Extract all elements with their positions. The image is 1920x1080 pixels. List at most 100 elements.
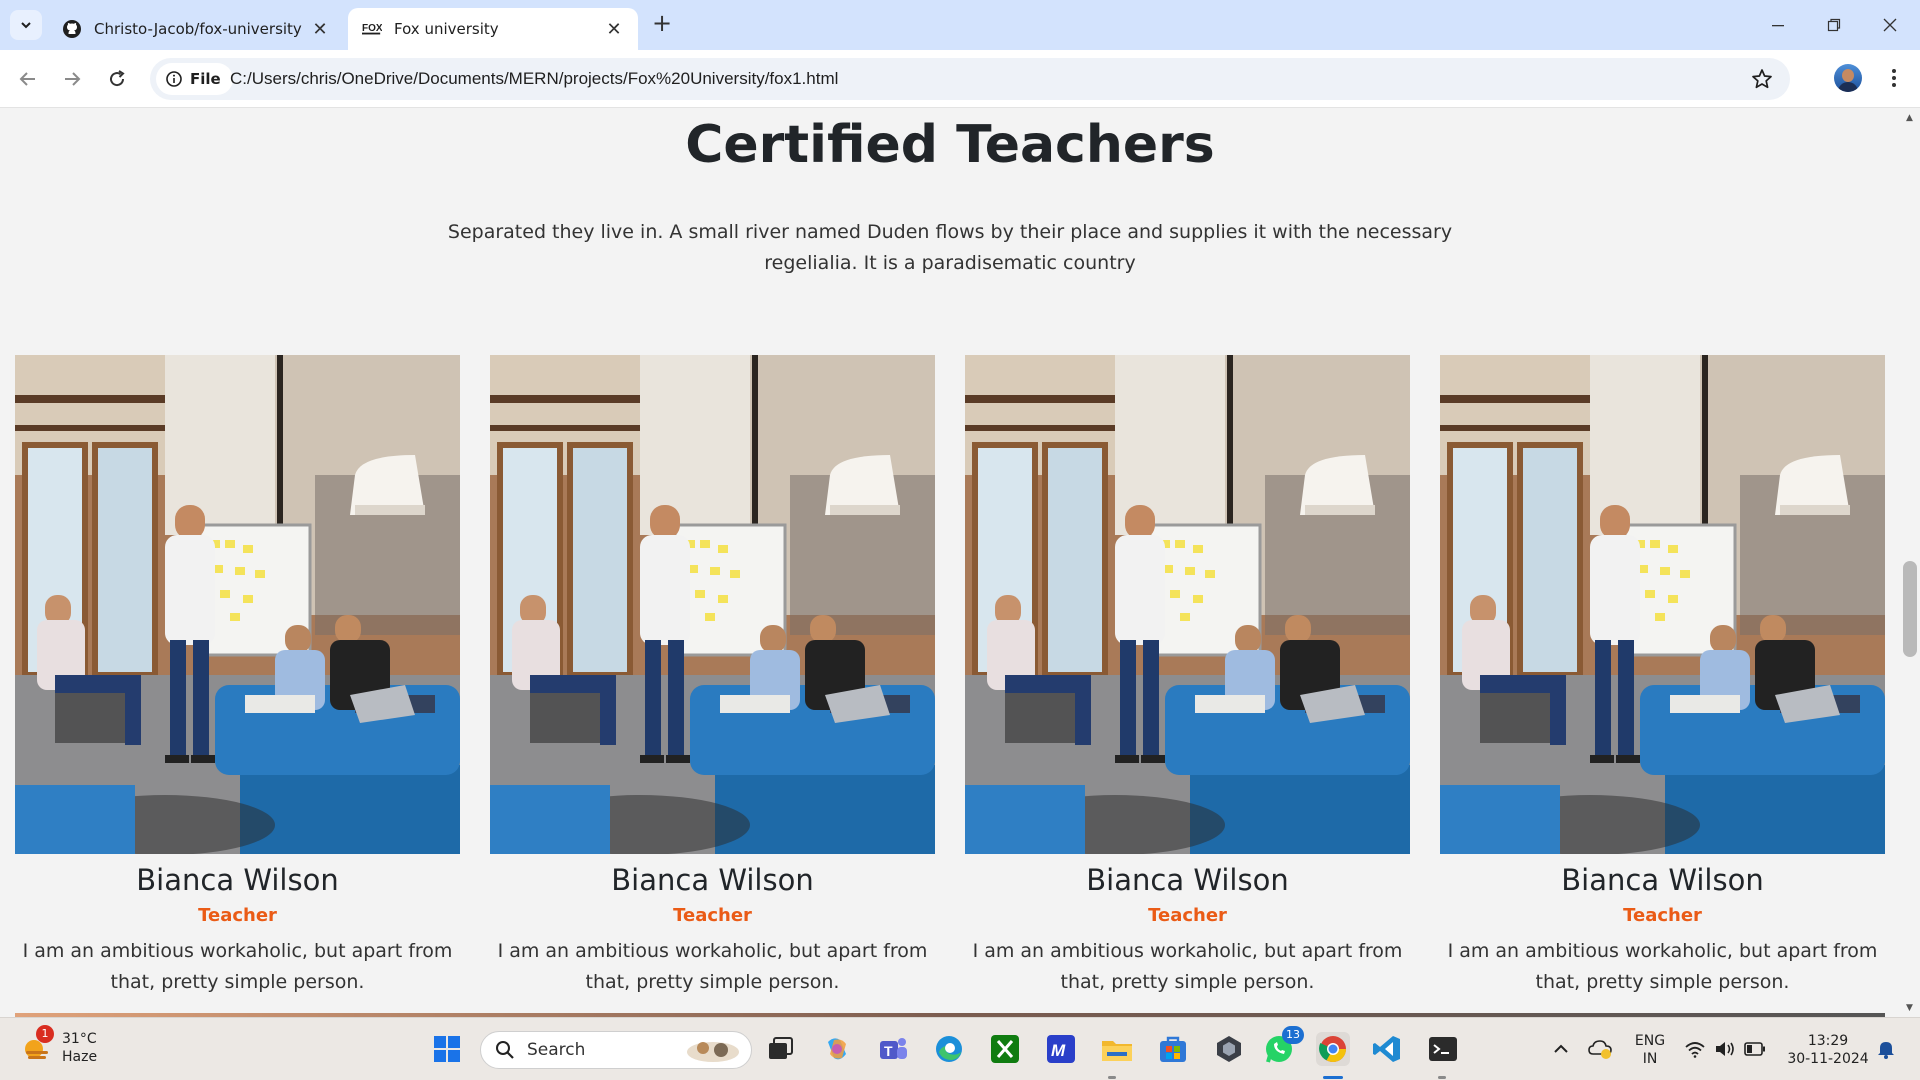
svg-text:FOX.: FOX.	[362, 23, 382, 34]
task-view-icon[interactable]	[764, 1032, 798, 1066]
browser-tab-strip: Christo-Jacob/fox-university ✕ FOX. Fox …	[0, 0, 1920, 50]
teacher-card[interactable]: Bianca Wilson Teacher I am an ambitious …	[1440, 355, 1885, 998]
clock-date: 30-11-2024	[1787, 1051, 1869, 1067]
chrome-icon[interactable]	[1316, 1032, 1350, 1066]
teacher-card[interactable]: Bianca Wilson Teacher I am an ambitious …	[490, 355, 935, 998]
bookmark-star-icon[interactable]	[1750, 67, 1774, 91]
weather-temp: 31°C	[62, 1031, 97, 1047]
weather-alert-badge: 1	[36, 1025, 54, 1043]
scrollbar-thumb[interactable]	[1903, 561, 1917, 657]
weather-condition: Haze	[62, 1049, 98, 1065]
teacher-bio: I am an ambitious workaholic, but apart …	[1447, 940, 1878, 993]
page-scrollbar[interactable]: ▲ ▼	[1900, 109, 1920, 1017]
browser-toolbar: File C:/Users/chris/OneDrive/Documents/M…	[0, 50, 1920, 108]
scroll-up-arrow-icon[interactable]: ▲	[1906, 113, 1913, 123]
teacher-photo	[490, 355, 935, 854]
close-window-button[interactable]	[1862, 0, 1918, 50]
whatsapp-badge: 13	[1282, 1026, 1304, 1044]
teacher-card[interactable]: Bianca Wilson Teacher I am an ambitious …	[965, 355, 1410, 998]
terminal-icon[interactable]	[1426, 1032, 1460, 1066]
notification-bell-icon[interactable]	[1874, 1032, 1898, 1066]
teacher-photo	[1440, 355, 1885, 854]
windows-logo-icon	[434, 1036, 460, 1062]
svg-text:T: T	[884, 1043, 893, 1059]
teacher-name: Bianca Wilson	[1086, 863, 1289, 897]
teacher-bio: I am an ambitious workaholic, but apart …	[22, 940, 453, 993]
search-placeholder: Search	[527, 1040, 586, 1060]
taskbar-search-box[interactable]: Search	[480, 1031, 752, 1069]
teacher-name: Bianca Wilson	[136, 863, 339, 897]
profile-avatar[interactable]	[1834, 64, 1862, 92]
teacher-name: Bianca Wilson	[1561, 863, 1764, 897]
scroll-down-arrow-icon[interactable]: ▼	[1906, 1003, 1913, 1013]
app-m-icon[interactable]: M	[1044, 1032, 1078, 1066]
minimize-button[interactable]	[1750, 0, 1806, 50]
search-icon	[496, 1041, 514, 1059]
copilot-icon[interactable]	[820, 1032, 854, 1066]
reload-icon	[110, 70, 125, 87]
dark-app-icon[interactable]	[1212, 1032, 1246, 1066]
tab-github[interactable]: Christo-Jacob/fox-university ✕	[48, 8, 344, 50]
teacher-role: Teacher	[198, 905, 277, 926]
arrow-left-icon	[19, 72, 35, 86]
vscode-icon[interactable]	[1370, 1032, 1404, 1066]
teacher-name: Bianca Wilson	[611, 863, 814, 897]
tab-search-button[interactable]	[10, 10, 42, 40]
tab-fox-university[interactable]: FOX. Fox university ✕	[348, 8, 638, 50]
teacher-role: Teacher	[1623, 905, 1702, 926]
tab-title: Christo-Jacob/fox-university	[94, 20, 302, 38]
close-tab-icon[interactable]: ✕	[604, 19, 624, 40]
section-subtext: Separated they live in. A small river na…	[447, 221, 1453, 274]
restore-button[interactable]	[1806, 0, 1862, 50]
site-chip-label: File	[190, 70, 221, 88]
xbox-icon[interactable]	[988, 1032, 1022, 1066]
restore-icon	[1827, 18, 1841, 32]
edge-browser-icon[interactable]	[932, 1032, 966, 1066]
weather-widget[interactable]: 1 31°C Haze	[20, 1025, 98, 1066]
github-icon	[62, 19, 82, 39]
language-code: ENG	[1634, 1033, 1666, 1049]
language-indicator[interactable]: ENG IN	[1628, 1032, 1672, 1068]
fox-logo-icon: FOX.	[362, 19, 382, 39]
tab-title: Fox university	[394, 20, 499, 38]
section-heading: Certified Teachers	[685, 115, 1215, 175]
teacher-photo	[15, 355, 460, 854]
chevron-up-icon[interactable]	[1548, 1032, 1574, 1066]
minimize-icon	[1772, 25, 1784, 27]
volume-icon[interactable]	[1712, 1032, 1738, 1066]
teams-icon[interactable]: T	[876, 1032, 910, 1066]
battery-icon[interactable]	[1742, 1032, 1768, 1066]
whatsapp-icon[interactable]: 13	[1262, 1026, 1304, 1066]
arrow-right-icon	[65, 72, 81, 86]
teacher-bio: I am an ambitious workaholic, but apart …	[972, 940, 1403, 993]
clock[interactable]: 13:29 30-11-2024	[1782, 1032, 1874, 1068]
teacher-bio: I am an ambitious workaholic, but apart …	[497, 940, 928, 993]
new-tab-button[interactable]: +	[650, 11, 674, 36]
search-highlight-icon	[687, 1042, 739, 1062]
forward-button[interactable]	[56, 63, 88, 95]
wifi-icon[interactable]	[1682, 1032, 1708, 1066]
back-button[interactable]	[12, 63, 44, 95]
teacher-card[interactable]: Bianca Wilson Teacher I am an ambitious …	[15, 355, 460, 998]
clock-time: 13:29	[1807, 1033, 1849, 1049]
chevron-down-icon	[21, 22, 31, 29]
site-info-chip[interactable]: File	[156, 63, 233, 95]
teacher-role: Teacher	[1148, 905, 1227, 926]
svg-text:M: M	[1051, 1041, 1066, 1060]
weather-sun-icon: 1	[20, 1025, 54, 1065]
info-icon	[166, 71, 182, 87]
reload-button[interactable]	[101, 63, 133, 95]
microsoft-store-icon[interactable]	[1156, 1032, 1190, 1066]
teacher-photo	[965, 355, 1410, 854]
start-button[interactable]	[430, 1032, 464, 1066]
close-icon	[1883, 18, 1897, 32]
teacher-role: Teacher	[673, 905, 752, 926]
windows-taskbar: 1 31°C Haze Search T M 13 ENG IN 13:29 3…	[0, 1017, 1920, 1080]
url-text[interactable]: C:/Users/chris/OneDrive/Documents/MERN/p…	[230, 58, 838, 100]
region-code: IN	[1642, 1051, 1658, 1067]
address-bar[interactable]: File C:/Users/chris/OneDrive/Documents/M…	[150, 58, 1790, 100]
close-tab-icon[interactable]: ✕	[310, 19, 330, 40]
browser-menu-icon[interactable]	[1882, 64, 1906, 92]
onedrive-status-icon[interactable]	[1586, 1032, 1616, 1066]
file-explorer-icon[interactable]	[1100, 1032, 1134, 1066]
